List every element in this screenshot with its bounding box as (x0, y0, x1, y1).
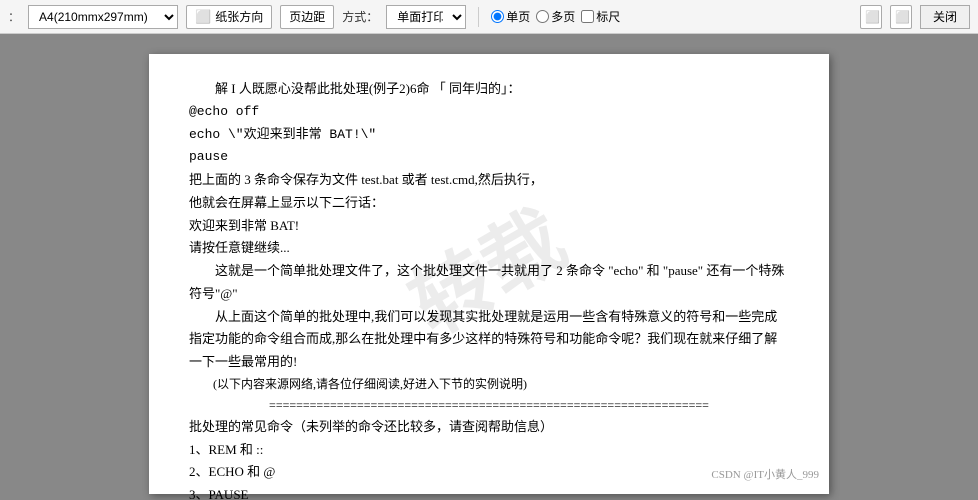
multi-page-label: 多页 (551, 8, 575, 25)
page-label: ： (8, 8, 20, 25)
close-btn[interactable]: 关闭 (920, 5, 970, 29)
page-paper: 转载 解 I 人既愿心没帮此批处理(例子2)6命 「 同年归的」： @echo … (149, 54, 829, 494)
line-5: 把上面的 3 条命令保存为文件 test.bat 或者 test.cmd,然后执… (189, 169, 789, 192)
multi-page-option[interactable]: 多页 (536, 8, 575, 25)
line-1: 解 I 人既愿心没帮此批处理(例子2)6命 「 同年归的」： (189, 78, 789, 101)
line-2: @echo off (189, 101, 789, 124)
line-15: 2、ECHO 和 @ (189, 461, 789, 484)
line-16: 3、PAUSE (189, 484, 789, 500)
line-13: 批处理的常见命令（未列举的命令还比较多，请查阅帮助信息） (189, 416, 789, 439)
ruler-label: 标尺 (596, 8, 620, 25)
line-7: 欢迎来到非常 BAT! (189, 215, 789, 238)
line-9: 这就是一个简单批处理文件了，这个批处理文件一共就用了 2 条命令 "echo" … (189, 260, 789, 306)
page-size-select[interactable]: A4(210mmx297mm) (28, 5, 178, 29)
line-10: 从上面这个简单的批处理中,我们可以发现其实批处理就是运用一些含有特殊意义的符号和… (189, 306, 789, 374)
toolbar-left: ： A4(210mmx297mm) ⬜ 纸张方向 页边距 方式： 单面打印 单页 (8, 5, 848, 29)
separator (478, 7, 479, 27)
single-page-option[interactable]: 单页 (491, 8, 530, 25)
line-12: ========================================… (189, 395, 789, 416)
single-page-label: 单页 (506, 8, 530, 25)
main-area: 转载 解 I 人既愿心没帮此批处理(例子2)6命 「 同年归的」： @echo … (0, 34, 978, 500)
ruler-option[interactable]: 标尺 (581, 8, 620, 25)
orientation-label: 纸张方向 (215, 8, 263, 25)
line-14: 1、REM 和 :: (189, 439, 789, 462)
single-page-radio[interactable] (491, 10, 504, 23)
line-3: echo \"欢迎来到非常 BAT!\" (189, 124, 789, 147)
window-btn[interactable]: ⬜ (890, 5, 912, 29)
line-6: 他就会在屏幕上显示以下二行话： (189, 192, 789, 215)
toolbar: ： A4(210mmx297mm) ⬜ 纸张方向 页边距 方式： 单面打印 单页 (0, 0, 978, 34)
page-mode-group: 单页 多页 标尺 (491, 8, 620, 25)
line-8: 请按任意键继续... (189, 237, 789, 260)
margin-label: 页边距 (289, 8, 325, 25)
toolbar-right: ⬜ ⬜ 关闭 (860, 5, 970, 29)
method-label: 方式： (342, 8, 378, 25)
line-4: pause (189, 146, 789, 169)
content-area: 解 I 人既愿心没帮此批处理(例子2)6命 「 同年归的」： @echo off… (189, 78, 789, 500)
fullscreen-btn[interactable]: ⬜ (860, 5, 882, 29)
orientation-icon: ⬜ (195, 9, 211, 25)
page-preview[interactable]: 转载 解 I 人既愿心没帮此批处理(例子2)6命 「 同年归的」： @echo … (0, 34, 978, 500)
multi-page-radio[interactable] (536, 10, 549, 23)
line-11: (以下内容来源网络,请各位仔细阅读,好进入下节的实例说明) (189, 374, 789, 395)
ruler-checkbox[interactable] (581, 10, 594, 23)
orientation-btn[interactable]: ⬜ 纸张方向 (186, 5, 272, 29)
margin-btn[interactable]: 页边距 (280, 5, 334, 29)
method-select[interactable]: 单面打印 (386, 5, 466, 29)
